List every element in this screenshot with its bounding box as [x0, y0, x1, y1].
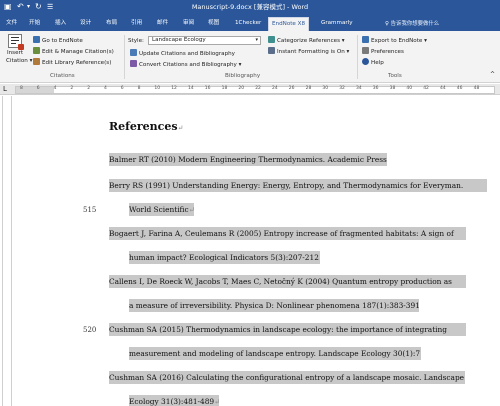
go-to-endnote-button[interactable]: Go to EndNote: [33, 36, 83, 45]
update-citations-button[interactable]: Update Citations and Bibliography: [130, 49, 235, 58]
insert-citation-label-1: Insert: [6, 50, 24, 56]
ruler-number: 8: [137, 86, 141, 91]
ruler-number: 20: [238, 86, 245, 91]
ruler-number: 14: [188, 86, 194, 91]
preferences-icon: [362, 47, 369, 54]
help-icon: [362, 58, 369, 65]
collapse-ribbon-icon[interactable]: ^: [490, 71, 495, 79]
tab-layout[interactable]: 布局: [103, 17, 120, 31]
tab-references[interactable]: 引用: [128, 17, 145, 31]
references-heading: References↵: [109, 120, 184, 133]
horizontal-ruler-row: L 8 6 4 2 2 4 6 8 10 12 14 16 18 20 22 24 26 28 30 32 34 36 38…: [0, 84, 500, 95]
edit-library-references-button[interactable]: Edit Library Reference(s): [33, 58, 111, 67]
document-page[interactable]: References↵ Balmer RT (2010) Modern Engi…: [13, 96, 500, 406]
tab-1checker[interactable]: 1Checker: [232, 17, 264, 31]
ruler-number: 18: [221, 86, 228, 91]
ruler-number: 2: [70, 86, 74, 91]
export-to-endnote-button[interactable]: Export to EndNote ▾: [362, 36, 427, 45]
insert-citation-button[interactable]: Insert Citation ▾: [6, 34, 33, 65]
tab-selector-icon[interactable]: L: [3, 85, 7, 93]
ribbon-tabs: 文件 开始 插入 设计 布局 引用 邮件 审阅 视图 1Checker EndN…: [0, 14, 500, 31]
ruler-number: 6: [120, 86, 124, 91]
document-canvas[interactable]: References↵ Balmer RT (2010) Modern Engi…: [13, 96, 500, 406]
ruler-number: 32: [339, 86, 345, 91]
categorize-references-button[interactable]: Categorize References ▾: [268, 36, 345, 45]
reference-line: World Scientific↵: [129, 203, 194, 216]
citations-group-label: Citations: [50, 73, 75, 79]
instant-formatting-button[interactable]: Instant Formatting is On ▾: [268, 47, 349, 56]
tell-me-search[interactable]: ♀ 告诉我你想要做什么: [385, 19, 439, 27]
edit-manage-citations-button[interactable]: Edit & Manage Citation(s): [33, 47, 114, 56]
style-dropdown[interactable]: Landscape Ecology ▾: [148, 36, 261, 45]
ruler-number: 42: [423, 86, 429, 91]
document-title: Manuscript-9.docx [兼容模式] - Word: [191, 3, 309, 11]
tools-group-label: Tools: [388, 73, 402, 79]
help-button[interactable]: Help: [362, 58, 384, 67]
tab-mailings[interactable]: 邮件: [154, 17, 171, 31]
chevron-down-icon: ▾: [255, 37, 258, 43]
reference-line: Balmer RT (2010) Modern Engineering Ther…: [109, 153, 387, 166]
update-citations-icon: [130, 49, 137, 56]
preferences-button[interactable]: Preferences: [362, 47, 404, 56]
reference-line: Ecology 31(3):481-489↵: [129, 395, 219, 406]
edit-library-references-icon: [33, 58, 40, 65]
tab-design[interactable]: 设计: [77, 17, 94, 31]
tab-insert[interactable]: 插入: [52, 17, 69, 31]
reference-line: Berry RS (1991) Understanding Energy: En…: [109, 179, 487, 192]
reference-line: Callens I, De Roeck W, Jacobs T, Maes C,…: [109, 275, 466, 288]
tab-endnote[interactable]: EndNote X8: [268, 17, 310, 31]
go-to-endnote-icon: [33, 36, 40, 43]
ruler-number: 28: [305, 86, 312, 91]
insert-citation-icon: [8, 34, 24, 50]
ribbon-endnote: Insert Citation ▾ Go to EndNote Edit & M…: [0, 31, 500, 83]
line-number: 520: [83, 326, 97, 334]
ruler-number: 2: [87, 86, 91, 91]
style-label: Style:: [128, 38, 144, 44]
ruler-number: 26: [288, 86, 295, 91]
ruler-number: 22: [255, 86, 261, 91]
reference-line: human impact? Ecological Indicators 5(3)…: [129, 251, 320, 264]
ruler-number: 16: [204, 86, 211, 91]
ruler-number: 44: [440, 86, 446, 91]
ruler-number: 6: [36, 86, 40, 91]
ruler-number: 46: [456, 86, 463, 91]
ruler-number: 48: [473, 86, 480, 91]
ruler-number: 12: [171, 86, 177, 91]
export-icon: [362, 36, 369, 43]
tab-home[interactable]: 开始: [26, 17, 43, 31]
ruler-number: 30: [322, 86, 329, 91]
convert-citations-button[interactable]: Convert Citations and Bibliography ▾: [130, 60, 241, 69]
reference-line: Cushman SA (2016) Calculating the config…: [109, 371, 465, 384]
line-number: 515: [83, 206, 97, 214]
reference-line: Bogaert J, Farina A, Ceulemans R (2005) …: [109, 227, 466, 240]
tab-review[interactable]: 审阅: [180, 17, 197, 31]
vertical-ruler: [2, 96, 12, 406]
ruler-number: 8: [20, 86, 23, 91]
insert-citation-label-2: Citation ▾: [6, 58, 33, 64]
tab-view[interactable]: 视图: [205, 17, 222, 31]
tab-grammarly[interactable]: Grammarly: [318, 17, 356, 31]
ruler-number: 10: [154, 86, 161, 91]
reference-line: Cushman SA (2015) Thermodynamics in land…: [109, 323, 466, 336]
edit-manage-citations-icon: [33, 47, 40, 54]
ruler-number: 40: [406, 86, 413, 91]
categorize-references-icon: [268, 36, 275, 43]
ruler-number: 36: [372, 86, 379, 91]
tab-file[interactable]: 文件: [3, 17, 20, 31]
group-divider: [357, 35, 358, 79]
ruler-number: 4: [104, 86, 107, 91]
reference-line: a measure of irreversibility. Physica D:…: [129, 299, 419, 312]
convert-citations-icon: [130, 60, 137, 67]
ruler-number: 24: [272, 86, 278, 91]
ruler-number: 34: [356, 86, 362, 91]
group-divider: [124, 35, 125, 79]
ruler-number: 4: [53, 86, 57, 91]
bibliography-group-label: Bibliography: [225, 73, 261, 79]
reference-line: measurement and modeling of landscape en…: [129, 347, 421, 360]
ruler-number: 38: [389, 86, 396, 91]
title-bar: ▣ ↶ ▾ ↻ ☰ Manuscript-9.docx [兼容模式] - Wor…: [0, 0, 500, 14]
instant-formatting-icon: [268, 47, 275, 54]
horizontal-ruler[interactable]: 8 6 4 2 2 4 6 8 10 12 14 16 18 20 22 24 26 28 30 32 34 36 38 40…: [15, 86, 495, 94]
